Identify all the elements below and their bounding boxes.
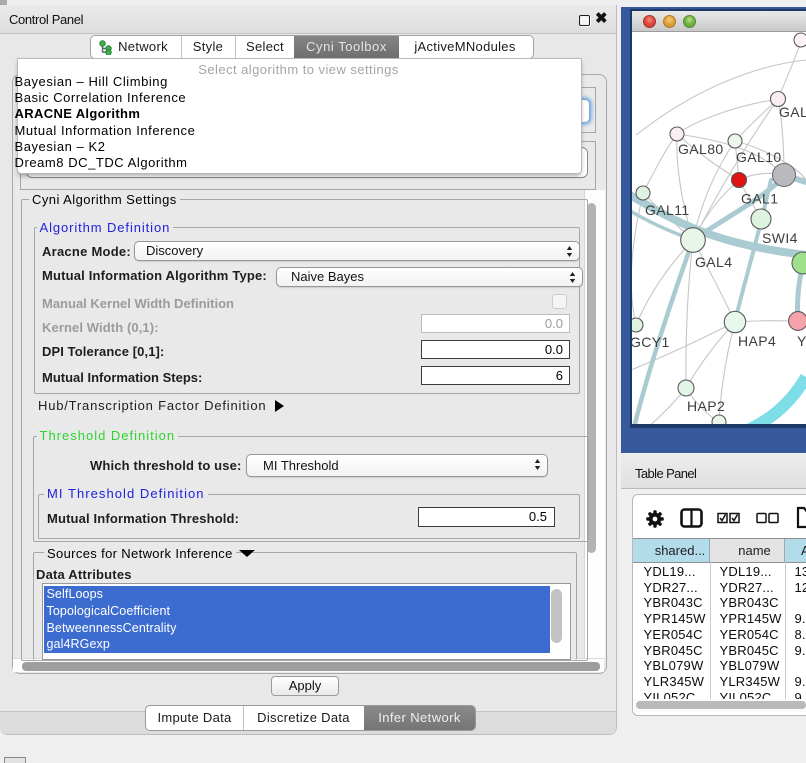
svg-text:GCY1: GCY1 [632, 334, 670, 350]
svg-text:GAL11: GAL11 [645, 202, 690, 218]
svg-text:GAL4: GAL4 [695, 254, 732, 270]
svg-text:HAP2: HAP2 [687, 398, 725, 414]
svg-text:GAL80: GAL80 [678, 141, 724, 157]
svg-text:GAL10: GAL10 [736, 149, 782, 165]
svg-text:GAL1: GAL1 [741, 191, 778, 207]
svg-text:SWI4: SWI4 [762, 230, 798, 246]
svg-text:HAP4: HAP4 [738, 333, 776, 349]
svg-text:GAL: GAL [779, 104, 806, 120]
svg-text:Y: Y [797, 333, 806, 349]
